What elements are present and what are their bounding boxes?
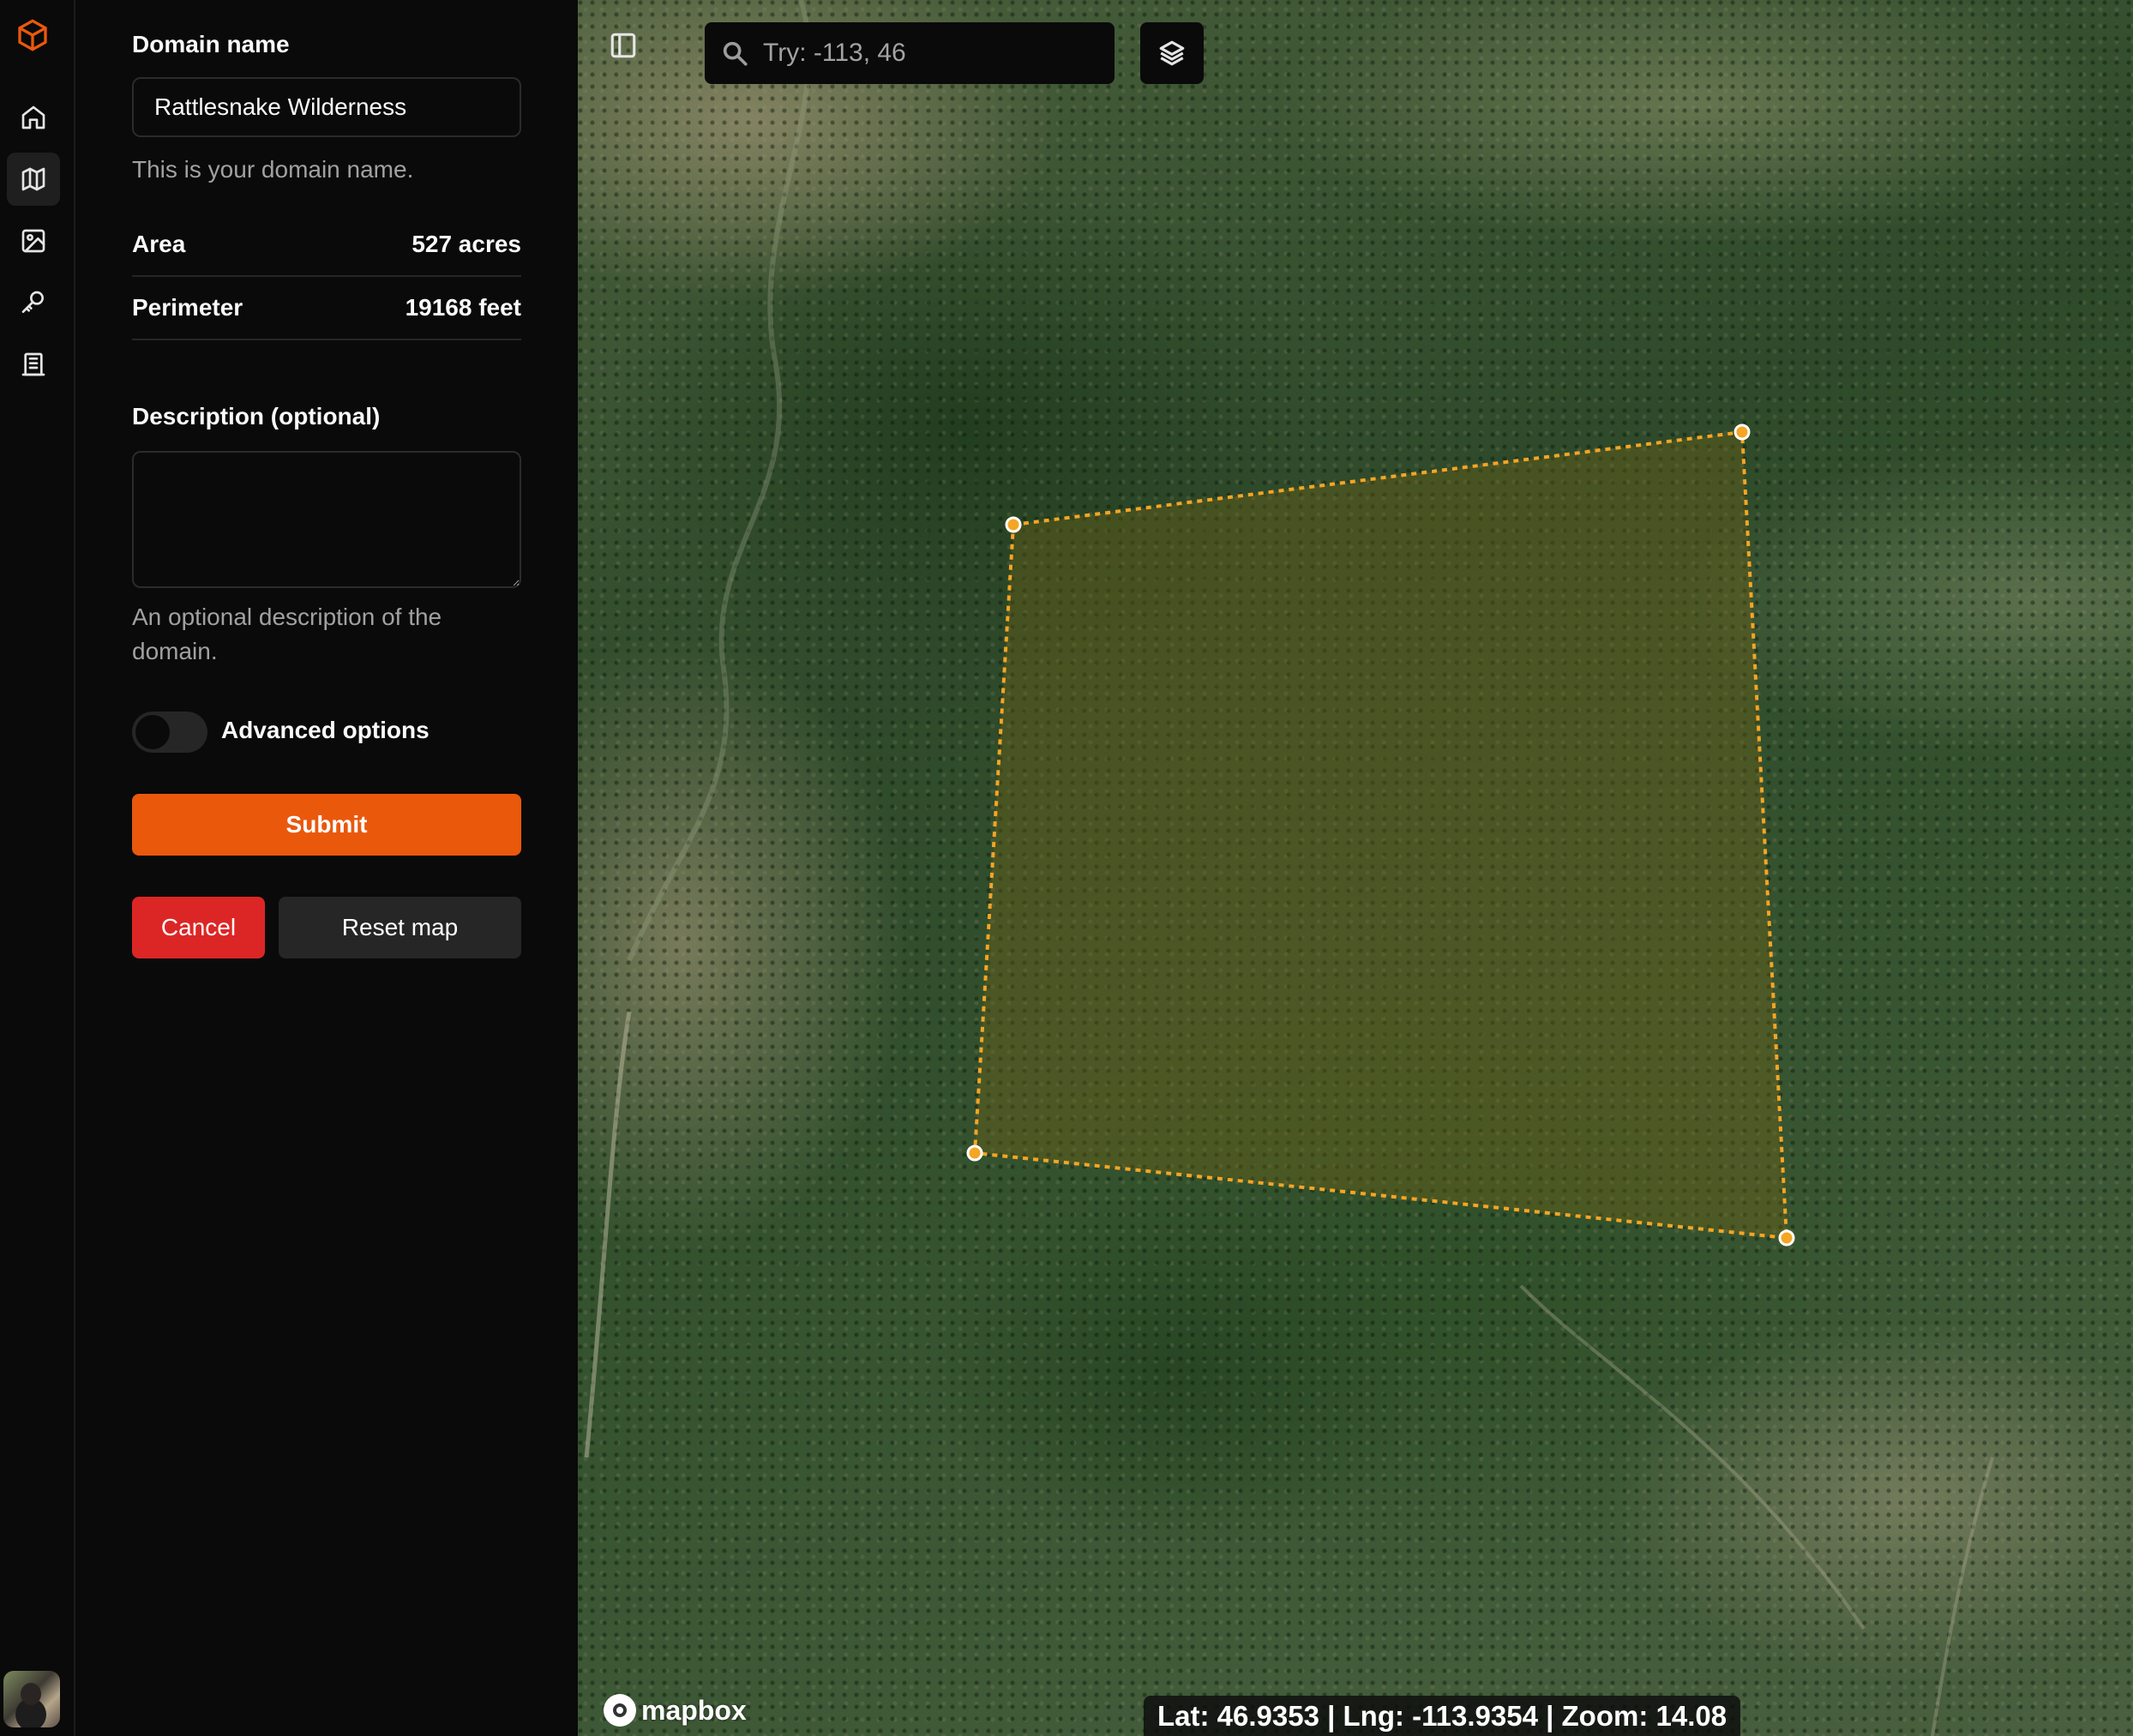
- nav-imagery[interactable]: [7, 214, 60, 267]
- key-icon: [21, 291, 44, 313]
- advanced-options-label: Advanced options: [221, 717, 430, 743]
- domain-name-label: Domain name: [132, 31, 290, 57]
- panel-left-icon: [610, 33, 636, 58]
- area-row: Area 527 acres: [132, 213, 521, 277]
- mapbox-wordmark: mapbox: [641, 1694, 747, 1726]
- layers-button[interactable]: [1140, 22, 1204, 84]
- nav-organization[interactable]: [7, 338, 60, 391]
- domain-name-input[interactable]: [132, 77, 521, 137]
- area-label: Area: [132, 231, 186, 257]
- description-textarea[interactable]: [132, 451, 521, 588]
- perimeter-label: Perimeter: [132, 294, 243, 321]
- nav-map[interactable]: [7, 153, 60, 206]
- satellite-map[interactable]: mapbox Lat: 46.9353 | Lng: -113.9354 | Z…: [578, 0, 2133, 1736]
- road-trace: [584, 1011, 632, 1458]
- domain-name-help: This is your domain name.: [132, 156, 414, 183]
- cube-logo-icon[interactable]: [13, 15, 52, 55]
- nav-keys[interactable]: [7, 276, 60, 329]
- home-icon: [21, 105, 45, 129]
- nav-home[interactable]: [7, 91, 60, 144]
- description-help: An optional description of the domain.: [132, 604, 442, 664]
- domain-form-panel: Domain name This is your domain name. Ar…: [77, 0, 578, 1736]
- description-label: Description (optional): [132, 403, 381, 429]
- area-value: 527 acres: [412, 231, 521, 257]
- search-icon: [723, 41, 748, 66]
- map-overlay: [584, 0, 1994, 1736]
- coordinate-search-input[interactable]: [763, 39, 1106, 68]
- app-rail: [0, 0, 75, 1736]
- polygon-vertex-handle[interactable]: [966, 1144, 983, 1162]
- mapbox-logo-icon: [604, 1694, 636, 1727]
- image-edit-icon: [21, 229, 45, 253]
- map-icon: [21, 167, 45, 191]
- advanced-options-toggle[interactable]: [132, 712, 207, 753]
- mapbox-attribution[interactable]: mapbox: [604, 1692, 747, 1728]
- polygon-vertex-handle[interactable]: [1005, 516, 1022, 533]
- polygon-vertex-handle[interactable]: [1778, 1229, 1795, 1246]
- toggle-knob: [135, 715, 170, 749]
- perimeter-value: 19168 feet: [405, 294, 521, 321]
- domain-polygon[interactable]: [972, 429, 1789, 1240]
- layers-icon: [1159, 40, 1185, 66]
- trail-trace: [1931, 1457, 1994, 1736]
- coordinate-search-box[interactable]: [705, 22, 1115, 84]
- sidebar-toggle-button[interactable]: [609, 31, 641, 63]
- coordinates-readout: Lat: 46.9353 | Lng: -113.9354 | Zoom: 14…: [1144, 1696, 1741, 1736]
- submit-button[interactable]: Submit: [132, 794, 521, 856]
- perimeter-row: Perimeter 19168 feet: [132, 277, 521, 340]
- cancel-button[interactable]: Cancel: [132, 897, 265, 958]
- building-icon: [21, 352, 45, 376]
- creek-trace: [627, 0, 812, 962]
- trail-trace: [1519, 1284, 1866, 1631]
- user-avatar[interactable]: [3, 1671, 60, 1727]
- polygon-vertex-handle[interactable]: [1733, 423, 1751, 441]
- reset-map-button[interactable]: Reset map: [279, 897, 521, 958]
